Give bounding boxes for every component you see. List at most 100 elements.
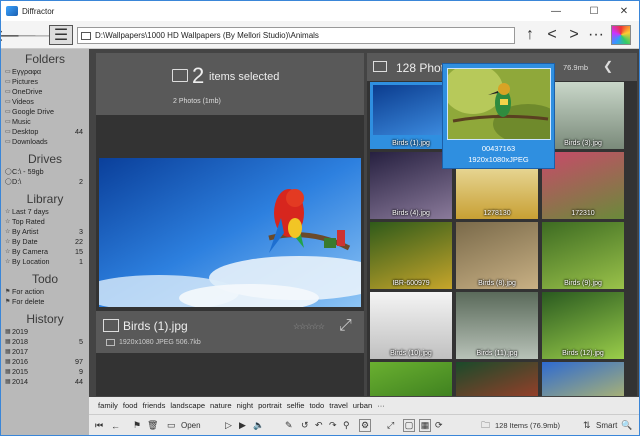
single-view-icon[interactable]: ▢ bbox=[403, 419, 415, 432]
thumbnail[interactable]: Birds (4).jpg bbox=[370, 152, 452, 219]
tag-chip[interactable]: selfie bbox=[287, 401, 305, 410]
thumbnail[interactable] bbox=[370, 362, 452, 396]
thumbnail-image bbox=[542, 362, 624, 396]
folder-count-icon: 🗀 bbox=[481, 419, 491, 430]
edit-icon[interactable]: ✎ bbox=[285, 419, 293, 432]
sort-label[interactable]: Smart bbox=[596, 419, 617, 432]
back-icon[interactable]: ← bbox=[111, 419, 120, 432]
rotate-left-icon[interactable]: ↶ bbox=[315, 419, 323, 432]
library-item[interactable]: ☆ By Date 22 bbox=[1, 237, 89, 247]
drives-header[interactable]: Drives bbox=[1, 151, 89, 167]
sidebar-splitter[interactable] bbox=[89, 49, 96, 397]
history-header[interactable]: History bbox=[1, 311, 89, 327]
location-icon[interactable]: ⚲ bbox=[343, 419, 350, 432]
close-button[interactable]: ✕ bbox=[609, 1, 639, 21]
next-icon[interactable]: > bbox=[563, 25, 585, 45]
folder-label: Music bbox=[12, 117, 31, 126]
rotate-left-icon[interactable]: ↺ bbox=[301, 419, 309, 432]
sort-icon[interactable]: ⇅ bbox=[583, 419, 591, 432]
library-item[interactable]: ☆ Last 7 days bbox=[1, 207, 89, 217]
history-item[interactable]: ▦ 2016 97 bbox=[1, 357, 89, 367]
tag-chip[interactable]: ··· bbox=[377, 401, 385, 410]
folder-item[interactable]: ▭ Desktop 44 bbox=[1, 127, 89, 137]
folder-item[interactable]: ▭ Pictures bbox=[1, 77, 89, 87]
zoom-icon[interactable]: 🔍 bbox=[621, 419, 632, 432]
thumbnail-label: Birds (11).jpg bbox=[476, 350, 518, 357]
drive-item[interactable]: ◯ D:\ 2 bbox=[1, 177, 89, 187]
thumbnail[interactable]: Birds (11).jpg bbox=[456, 292, 538, 359]
up-arrow-icon[interactable]: ↑ bbox=[519, 25, 541, 45]
thumbnail[interactable] bbox=[456, 362, 538, 396]
history-item[interactable]: ▦ 2014 44 bbox=[1, 377, 89, 387]
todo-item[interactable]: ⚑ For delete bbox=[1, 297, 89, 307]
slideshow-icon[interactable]: ▶ bbox=[239, 419, 246, 432]
history-icon: ▦ bbox=[5, 329, 11, 335]
rotate-right-icon[interactable]: ↷ bbox=[329, 419, 337, 432]
volume-icon[interactable]: 🔈 bbox=[253, 419, 264, 432]
grid-view-icon[interactable]: ▦ bbox=[419, 419, 431, 432]
expand-icon[interactable]: ⤢ bbox=[339, 317, 352, 335]
open-icon[interactable]: ▭ bbox=[167, 419, 176, 432]
play-icon[interactable]: ▷ bbox=[225, 419, 232, 432]
history-item[interactable]: ▦ 2018 5 bbox=[1, 337, 89, 347]
todo-header[interactable]: Todo bbox=[1, 271, 89, 287]
history-item[interactable]: ▦ 2019 bbox=[1, 327, 89, 337]
tag-chip[interactable]: urban bbox=[353, 401, 372, 410]
folder-item[interactable]: ▭ Videos bbox=[1, 97, 89, 107]
maximize-button[interactable]: ☐ bbox=[579, 1, 609, 21]
tag-chip[interactable]: friends bbox=[143, 401, 166, 410]
tag-chip[interactable]: family bbox=[98, 401, 118, 410]
library-item[interactable]: ☆ By Location 1 bbox=[1, 257, 89, 267]
first-icon[interactable]: ⏮ bbox=[95, 419, 103, 432]
open-button[interactable]: Open bbox=[181, 419, 201, 432]
thumbnail[interactable]: Birds (8).jpg bbox=[456, 222, 538, 289]
folder-item[interactable]: ▭ Music bbox=[1, 117, 89, 127]
color-profile-icon[interactable] bbox=[611, 25, 631, 45]
todo-item[interactable]: ⚑ For action bbox=[1, 287, 89, 297]
drive-item[interactable]: ◯ C:\ - 59gb bbox=[1, 167, 89, 177]
delete-icon[interactable]: 🗑 bbox=[147, 419, 158, 432]
tag-chip[interactable]: nature bbox=[210, 401, 232, 410]
library-item[interactable]: ☆ Top Rated bbox=[1, 217, 89, 227]
tag-chip[interactable]: travel bbox=[329, 401, 348, 410]
library-item[interactable]: ☆ By Camera 15 bbox=[1, 247, 89, 257]
thumbnail-label: 1278130 bbox=[483, 210, 511, 217]
history-item[interactable]: ▦ 2017 bbox=[1, 347, 89, 357]
parrot-image bbox=[99, 158, 361, 307]
folder-item[interactable]: ▭ Google Drive bbox=[1, 107, 89, 117]
folder-label: Εγγραφα bbox=[12, 67, 42, 76]
thumbnail[interactable]: Birds (1).jpg bbox=[370, 82, 452, 149]
tag-chip[interactable]: portrait bbox=[258, 401, 282, 410]
library-header[interactable]: Library bbox=[1, 191, 89, 207]
folders-header[interactable]: Folders bbox=[1, 51, 89, 67]
thumbnail[interactable]: Birds (9).jpg bbox=[542, 222, 624, 289]
folder-item[interactable]: ▭ Downloads bbox=[1, 137, 89, 147]
drive-icon: ◯ bbox=[5, 169, 12, 175]
address-bar[interactable]: D:\Wallpapers\1000 HD Wallpapers (By Mel… bbox=[77, 27, 515, 44]
chevron-left-icon[interactable]: ❮ bbox=[603, 59, 613, 73]
minimize-button[interactable]: — bbox=[541, 1, 571, 21]
tag-chip[interactable]: food bbox=[123, 401, 138, 410]
library-item[interactable]: ☆ By Artist 3 bbox=[1, 227, 89, 237]
thumbnail[interactable]: Birds (12).jpg bbox=[542, 292, 624, 359]
settings-icon[interactable]: ⚙ bbox=[359, 419, 371, 432]
tag-chip[interactable]: landscape bbox=[170, 401, 205, 410]
fullscreen-icon[interactable]: ⤢ bbox=[387, 419, 394, 432]
thumbnail[interactable]: IBR-600979 bbox=[370, 222, 452, 289]
folder-item[interactable]: ▭ OneDrive bbox=[1, 87, 89, 97]
history-item[interactable]: ▦ 2015 9 bbox=[1, 367, 89, 377]
refresh-icon[interactable]: ⟳ bbox=[435, 419, 443, 432]
image-preview[interactable] bbox=[99, 158, 361, 307]
tag-chip[interactable]: todo bbox=[309, 401, 324, 410]
forward-arrow-icon[interactable]: 🡒 bbox=[17, 25, 60, 45]
folder-item[interactable]: ▭ Εγγραφα bbox=[1, 67, 89, 77]
prev-icon[interactable]: < bbox=[541, 25, 563, 45]
flag-icon[interactable]: ⚑ bbox=[133, 419, 141, 432]
more-icon[interactable]: ··· bbox=[585, 25, 607, 45]
menu-icon[interactable]: ☰ bbox=[49, 25, 73, 45]
tag-chip[interactable]: night bbox=[237, 401, 253, 410]
thumbnail[interactable] bbox=[542, 362, 624, 396]
thumbnail[interactable]: Birds (10).jpg bbox=[370, 292, 452, 359]
history-icon: ▦ bbox=[5, 359, 11, 365]
rating-stars[interactable]: ☆☆☆☆☆ bbox=[293, 322, 325, 331]
